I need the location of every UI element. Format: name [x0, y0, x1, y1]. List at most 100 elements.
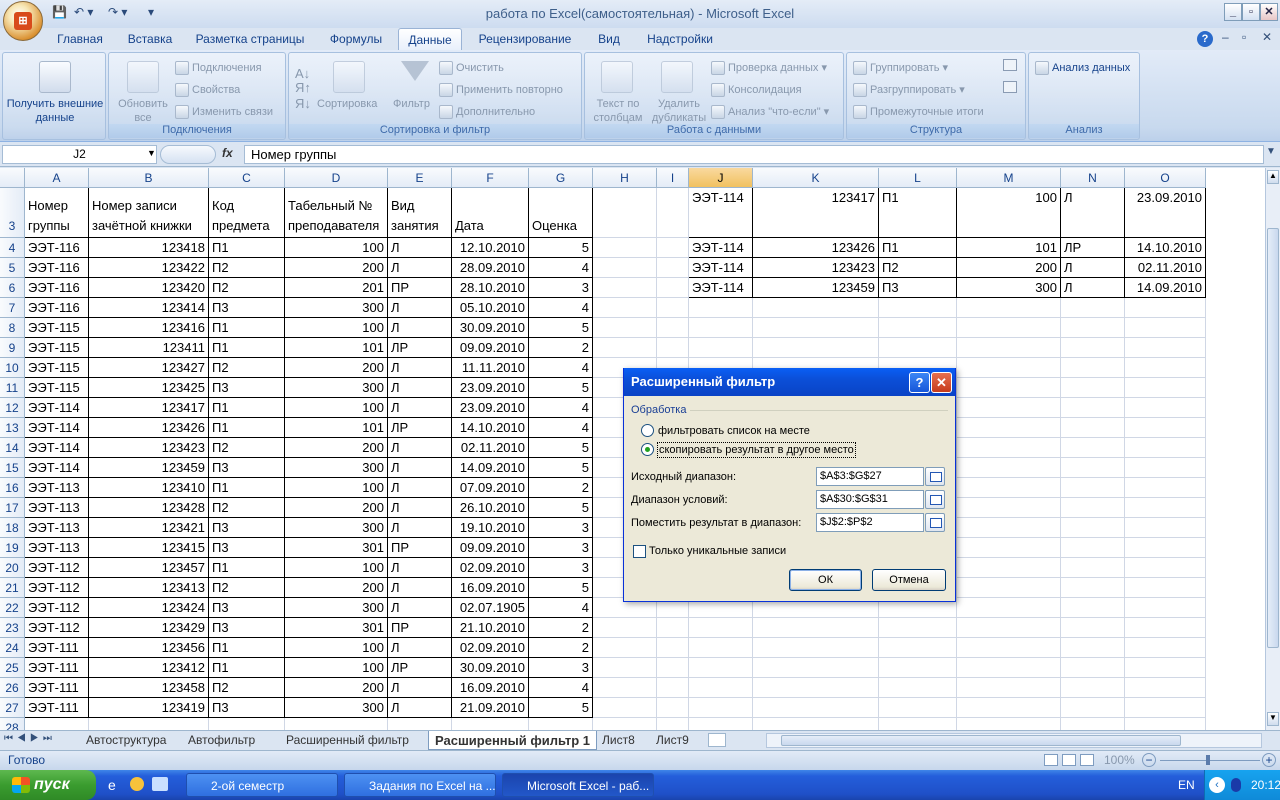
table-cell[interactable]: 201 [285, 278, 388, 298]
row-header[interactable]: 27 [0, 698, 25, 718]
table-cell[interactable]: ЭЭТ-114 [25, 458, 89, 478]
sort-button[interactable]: Сортировка [317, 97, 377, 111]
table-cell[interactable]: 123427 [89, 358, 209, 378]
table-cell[interactable]: 05.10.2010 [452, 298, 529, 318]
cell[interactable] [957, 378, 1061, 398]
table-cell[interactable]: П2 [209, 358, 285, 378]
cell[interactable] [1125, 638, 1206, 658]
table-cell[interactable]: П2 [209, 578, 285, 598]
table-cell[interactable]: Л [388, 598, 452, 618]
table-cell[interactable]: 16.09.2010 [452, 678, 529, 698]
table-cell[interactable]: ЭЭТ-113 [25, 518, 89, 538]
table-cell[interactable]: 23.09.2010 [452, 378, 529, 398]
table-cell[interactable]: ЭЭТ-111 [25, 638, 89, 658]
collapse-dialog-icon[interactable] [925, 467, 945, 486]
table-cell[interactable]: ЭЭТ-111 [25, 698, 89, 718]
table-cell[interactable]: 09.09.2010 [452, 538, 529, 558]
sheet-tab[interactable]: Автофильтр [182, 731, 261, 750]
cell[interactable] [1061, 658, 1125, 678]
table-cell[interactable]: Л [388, 558, 452, 578]
cell[interactable] [593, 258, 657, 278]
table-cell[interactable]: ЛР [388, 418, 452, 438]
table-cell[interactable]: 23.09.2010 [452, 398, 529, 418]
table-cell[interactable]: 123423 [89, 438, 209, 458]
cell[interactable] [957, 478, 1061, 498]
dialog-close-button[interactable]: ✕ [931, 372, 952, 393]
cell[interactable] [1061, 498, 1125, 518]
zoom-out-icon[interactable]: − [1142, 753, 1156, 767]
table-cell[interactable]: 123428 [89, 498, 209, 518]
table-cell[interactable]: ЭЭТ-114 [25, 418, 89, 438]
cell[interactable] [1125, 438, 1206, 458]
cell[interactable] [1125, 598, 1206, 618]
cell[interactable] [689, 638, 753, 658]
table-cell[interactable]: Л [388, 478, 452, 498]
table-cell[interactable]: ЭЭТ-112 [25, 598, 89, 618]
consolidation-button[interactable]: Консолидация [711, 83, 802, 98]
cell[interactable] [657, 278, 689, 298]
table-cell[interactable]: ЭЭТ-116 [25, 258, 89, 278]
cell[interactable] [1125, 558, 1206, 578]
cell[interactable] [1125, 318, 1206, 338]
cell[interactable] [657, 188, 689, 238]
collapse-dialog-icon[interactable] [925, 513, 945, 532]
cell[interactable] [1061, 418, 1125, 438]
cell[interactable] [753, 698, 879, 718]
connections-button[interactable]: Подключения [175, 61, 262, 76]
cell[interactable] [285, 718, 388, 730]
office-button[interactable]: ⊞ [3, 1, 43, 41]
tab-page-layout[interactable]: Разметка страницы [190, 28, 310, 50]
table-cell[interactable]: 123411 [89, 338, 209, 358]
cell[interactable] [593, 318, 657, 338]
result-cell[interactable]: ЛР [1061, 238, 1125, 258]
table-cell[interactable]: ЭЭТ-116 [25, 238, 89, 258]
table-cell[interactable]: 14.09.2010 [452, 458, 529, 478]
cell[interactable] [879, 658, 957, 678]
cell[interactable] [1125, 418, 1206, 438]
edit-links-button[interactable]: Изменить связи [175, 105, 273, 120]
zoom-level[interactable]: 100% [1104, 753, 1135, 767]
table-cell[interactable]: П1 [209, 398, 285, 418]
table-cell[interactable]: 3 [529, 518, 593, 538]
table-cell[interactable]: П2 [209, 258, 285, 278]
table-cell[interactable]: 123419 [89, 698, 209, 718]
table-cell[interactable]: 123414 [89, 298, 209, 318]
result-cell[interactable]: П2 [879, 258, 957, 278]
table-cell[interactable]: ЭЭТ-111 [25, 658, 89, 678]
table-cell[interactable]: 28.09.2010 [452, 258, 529, 278]
table-cell[interactable]: ПР [388, 538, 452, 558]
table-cell[interactable]: 3 [529, 538, 593, 558]
data-validation-button[interactable]: Проверка данных ▾ [711, 61, 827, 76]
ribbon-minimize-icon[interactable]: – [1222, 30, 1229, 44]
criteria-range-input[interactable]: $A$30:$G$31 [816, 490, 924, 509]
row-header[interactable]: 24 [0, 638, 25, 658]
table-cell[interactable]: П1 [209, 558, 285, 578]
table-cell[interactable]: ЭЭТ-114 [25, 438, 89, 458]
hide-detail-icon[interactable] [1003, 81, 1017, 93]
column-header[interactable]: F [452, 168, 529, 188]
table-cell[interactable]: ЭЭТ-115 [25, 318, 89, 338]
horizontal-scrollbar[interactable] [766, 733, 1262, 748]
cell[interactable] [957, 678, 1061, 698]
ungroup-button[interactable]: Разгруппировать ▾ [853, 83, 965, 98]
cell[interactable] [1061, 358, 1125, 378]
table-cell[interactable]: ПР [388, 278, 452, 298]
cell[interactable] [1061, 298, 1125, 318]
table-cell[interactable]: 12.10.2010 [452, 238, 529, 258]
cancel-button[interactable]: Отмена [872, 569, 946, 591]
row-header[interactable]: 28 [0, 718, 25, 730]
table-header-cell[interactable]: Номер группы [25, 188, 89, 238]
cell[interactable] [957, 418, 1061, 438]
ribbon-close-icon[interactable]: ✕ [1262, 30, 1272, 44]
table-cell[interactable]: 101 [285, 418, 388, 438]
table-cell[interactable]: 30.09.2010 [452, 318, 529, 338]
table-cell[interactable]: 5 [529, 238, 593, 258]
cell[interactable] [388, 718, 452, 730]
page-break-view-icon[interactable] [1080, 754, 1094, 766]
table-cell[interactable]: П1 [209, 658, 285, 678]
table-cell[interactable]: 5 [529, 578, 593, 598]
table-header-cell[interactable]: Номер записи зачётной книжки [89, 188, 209, 238]
table-cell[interactable]: 2 [529, 638, 593, 658]
table-cell[interactable]: 100 [285, 558, 388, 578]
cell[interactable] [593, 238, 657, 258]
